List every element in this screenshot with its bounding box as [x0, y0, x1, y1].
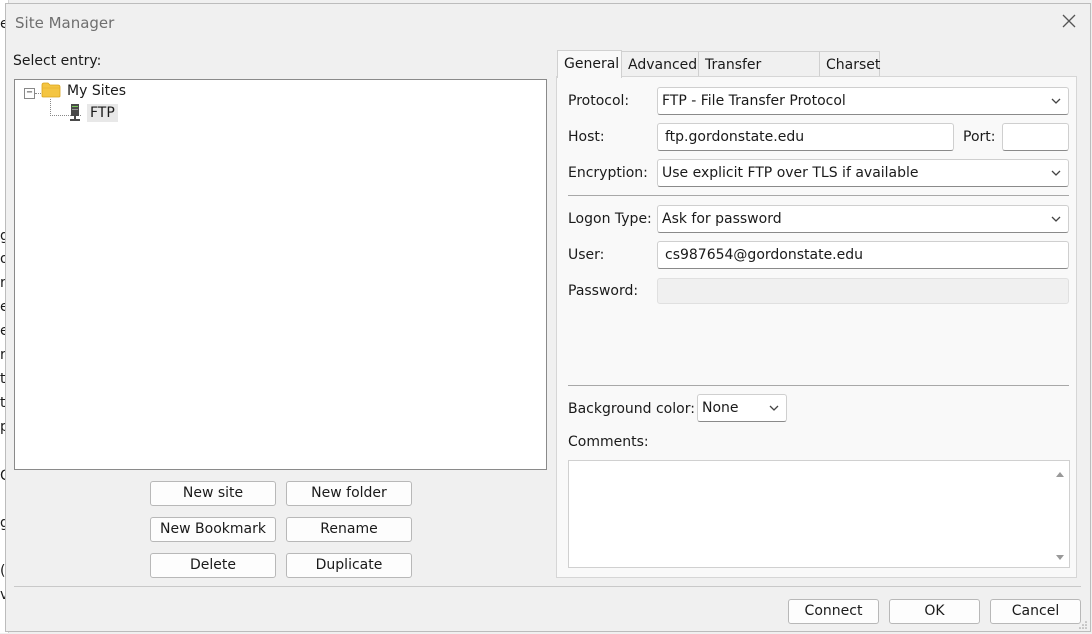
- server-icon: [69, 104, 81, 122]
- background-color-value: None: [702, 400, 739, 416]
- logon-type-label: Logon Type:: [568, 211, 652, 227]
- chevron-down-icon: [1050, 88, 1062, 114]
- new-folder-button[interactable]: New folder: [286, 481, 412, 506]
- comments-textarea[interactable]: [568, 460, 1070, 568]
- comments-label: Comments:: [568, 434, 649, 450]
- background-color-label: Background color:: [568, 401, 695, 417]
- tab-charset[interactable]: Charset: [819, 51, 880, 77]
- protocol-value: FTP - File Transfer Protocol: [662, 93, 846, 109]
- close-icon[interactable]: [1058, 12, 1080, 34]
- site-manager-dialog: Site Manager Select entry: − My Sites FT…: [5, 3, 1091, 632]
- delete-button[interactable]: Delete: [150, 553, 276, 578]
- footer-divider: [14, 586, 1081, 587]
- rename-button[interactable]: Rename: [286, 517, 412, 542]
- chevron-down-icon: [1050, 206, 1062, 232]
- port-input[interactable]: [1002, 123, 1069, 151]
- new-site-button[interactable]: New site: [150, 481, 276, 506]
- folder-icon: [41, 82, 61, 98]
- tab-transfer-settings[interactable]: Transfer Settings: [698, 51, 820, 99]
- user-input[interactable]: cs987654@gordonstate.edu: [657, 241, 1069, 269]
- resize-grip-icon[interactable]: [1078, 618, 1088, 629]
- password-label: Password:: [568, 283, 639, 299]
- logon-type-select[interactable]: Ask for password: [657, 205, 1069, 233]
- scroll-down-icon[interactable]: [1055, 551, 1065, 561]
- encryption-label: Encryption:: [568, 165, 648, 181]
- tab-advanced[interactable]: Advanced: [621, 51, 699, 77]
- password-input: [657, 278, 1069, 304]
- encryption-select[interactable]: Use explicit FTP over TLS if available: [657, 159, 1069, 187]
- divider: [568, 385, 1069, 386]
- protocol-label: Protocol:: [568, 93, 630, 109]
- chevron-down-icon: [768, 395, 780, 421]
- new-bookmark-button[interactable]: New Bookmark: [150, 517, 276, 542]
- chevron-down-icon: [1050, 160, 1062, 186]
- select-entry-label: Select entry:: [13, 53, 102, 69]
- tab-general[interactable]: General: [557, 50, 622, 78]
- tree-item-my-sites[interactable]: My Sites: [67, 83, 126, 99]
- divider: [568, 195, 1069, 196]
- encryption-value: Use explicit FTP over TLS if available: [662, 165, 919, 181]
- port-label: Port:: [963, 129, 996, 145]
- connect-button[interactable]: Connect: [788, 599, 879, 624]
- site-tree[interactable]: − My Sites FTP: [14, 79, 547, 470]
- scroll-up-icon[interactable]: [1055, 467, 1065, 477]
- duplicate-button[interactable]: Duplicate: [286, 553, 412, 578]
- host-input[interactable]: ftp.gordonstate.edu: [657, 123, 954, 151]
- dialog-title: Site Manager: [15, 14, 115, 32]
- cancel-button[interactable]: Cancel: [990, 599, 1081, 624]
- logon-type-value: Ask for password: [662, 211, 782, 227]
- host-label: Host:: [568, 129, 605, 145]
- background-color-select[interactable]: None: [697, 394, 787, 422]
- user-label: User:: [568, 247, 605, 263]
- ok-button[interactable]: OK: [889, 599, 980, 624]
- tree-item-ftp[interactable]: FTP: [87, 104, 118, 122]
- protocol-select[interactable]: FTP - File Transfer Protocol: [657, 87, 1069, 115]
- tree-collapse-toggle[interactable]: −: [24, 88, 35, 99]
